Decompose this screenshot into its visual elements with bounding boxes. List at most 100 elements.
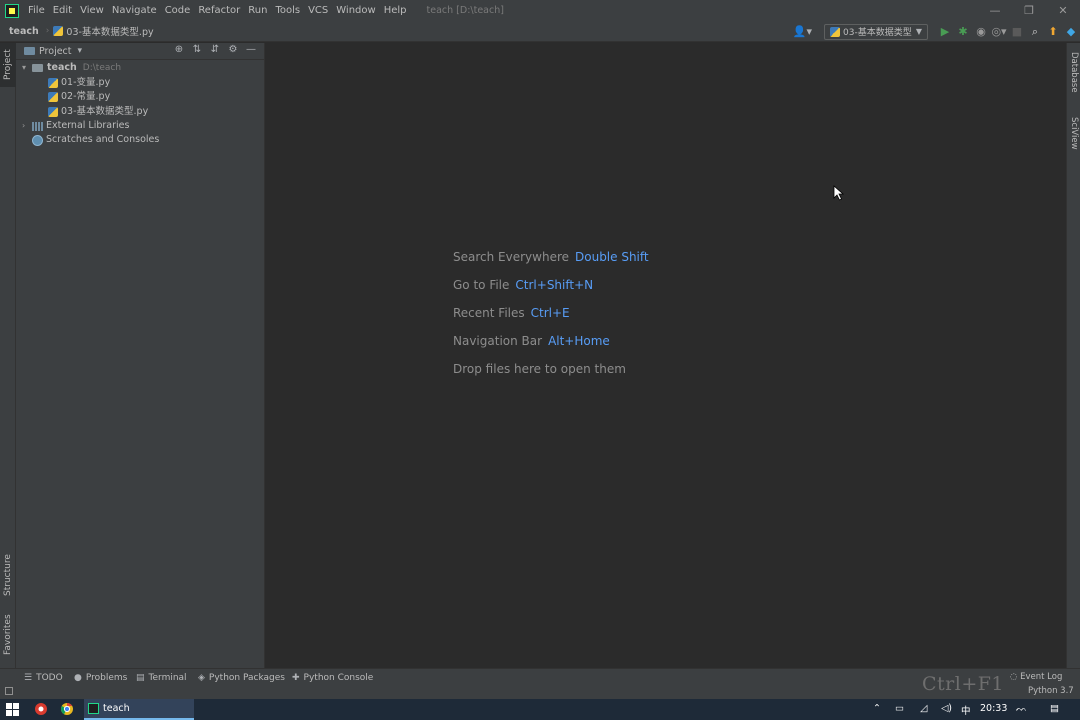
right-tool-stripe: Database SciView	[1066, 43, 1080, 668]
chevron-down-icon[interactable]: ▾	[22, 61, 32, 75]
menu-code[interactable]: Code	[161, 0, 195, 21]
hint-label: Search Everywhere	[453, 250, 569, 264]
tab-favorites[interactable]: Favorites	[0, 608, 16, 662]
breadcrumb-file[interactable]: 03-基本数据类型.py	[53, 24, 154, 38]
tab-problems[interactable]: ● Problems	[74, 673, 127, 683]
chevron-down-icon[interactable]: ▾	[78, 46, 83, 56]
tree-file[interactable]: 02-常量.py	[48, 90, 110, 104]
tab-sciview[interactable]: SciView	[1067, 111, 1080, 155]
notifications-icon[interactable]: ▤	[1050, 703, 1059, 714]
hint-label: Go to File	[453, 278, 510, 292]
debug-icon[interactable]: ✱	[954, 25, 972, 38]
project-view-icon	[24, 47, 35, 55]
breadcrumb-file-label: 03-基本数据类型.py	[66, 27, 154, 38]
profile-icon[interactable]: ◎▾	[990, 25, 1008, 38]
taskbar-pycharm-app[interactable]: teach	[84, 699, 194, 720]
tree-external-libraries[interactable]: › External Libraries	[22, 119, 129, 133]
update-icon[interactable]: ⬆	[1044, 25, 1062, 38]
search-icon[interactable]: ⌕	[1026, 25, 1044, 39]
hint-shortcut: Ctrl+E	[530, 306, 570, 320]
hide-icon[interactable]: —	[242, 44, 260, 55]
taskbar-clock[interactable]: 20:33	[980, 703, 1007, 714]
windows-start-icon[interactable]	[6, 703, 19, 716]
network-icon[interactable]: ◿	[920, 703, 927, 714]
window-title: teach [D:\teach]	[426, 5, 504, 16]
shortcut-overlay: Ctrl+F1	[922, 673, 1005, 695]
python-file-icon	[48, 78, 58, 88]
chevron-down-icon: ▼	[915, 27, 922, 36]
info-icon: ●	[74, 673, 82, 683]
tab-structure[interactable]: Structure	[0, 548, 16, 602]
menu-edit[interactable]: Edit	[49, 0, 76, 21]
tree-file[interactable]: 01-变量.py	[48, 76, 110, 90]
window-controls: — ❐ ✕	[978, 0, 1080, 21]
menu-view[interactable]: View	[76, 0, 108, 21]
editor-area[interactable]: Search Everywhere Double Shift Go to File…	[266, 43, 1066, 668]
tree-file-label: 03-基本数据类型.py	[61, 106, 149, 117]
gear-icon[interactable]: ⚙	[224, 44, 242, 55]
tray-app-icon[interactable]: ᨓ	[1016, 703, 1027, 714]
run-icon[interactable]: ▶	[936, 25, 954, 38]
battery-icon[interactable]: ▭	[895, 703, 904, 714]
project-panel-header: Project ▾ ⊕ ⇅ ⇵ ⚙ —	[16, 43, 264, 60]
hint-go-to-file: Go to File Ctrl+Shift+N	[453, 278, 593, 292]
tab-terminal-label: Terminal	[148, 673, 187, 683]
menu-run[interactable]: Run	[244, 0, 271, 21]
project-view-select[interactable]: Project	[39, 46, 72, 57]
tree-file[interactable]: 03-基本数据类型.py	[48, 105, 148, 119]
menu-navigate[interactable]: Navigate	[108, 0, 161, 21]
run-configuration-select[interactable]: 03-基本数据类型 ▼	[824, 23, 928, 40]
menu-tools[interactable]: Tools	[271, 0, 304, 21]
tab-python-packages[interactable]: ◈ Python Packages	[198, 673, 285, 683]
tree-file-label: 02-常量.py	[61, 91, 111, 102]
minimize-button[interactable]: —	[978, 0, 1012, 21]
project-panel: Project ▾ ⊕ ⇅ ⇵ ⚙ — ▾ teach D:\teach 01-…	[16, 43, 265, 668]
plugin-icon[interactable]: ◆	[1062, 25, 1080, 38]
tab-python-console[interactable]: ✚ Python Console	[292, 673, 373, 683]
toolbar-right: 👤▾ 03-基本数据类型 ▼ ▶ ✱ ◉ ◎▾ ■ ⌕ ⬆ ◆	[793, 21, 1080, 42]
close-button[interactable]: ✕	[1046, 0, 1080, 21]
menu-vcs[interactable]: VCS	[304, 0, 332, 21]
event-log-icon: ◌	[1010, 672, 1018, 682]
run-configuration-label: 03-基本数据类型	[843, 28, 912, 38]
taskbar-app-label: teach	[103, 703, 130, 714]
hint-label: Navigation Bar	[453, 334, 543, 348]
toggle-tool-windows-icon[interactable]	[5, 687, 13, 695]
os-taskbar: teach ⌃ ▭ ◿ ◁) 中 20:33 ᨓ ▤	[0, 699, 1080, 720]
tab-python-packages-label: Python Packages	[208, 673, 285, 683]
python-file-icon	[830, 26, 840, 37]
tab-terminal[interactable]: ▤ Terminal	[136, 673, 187, 683]
person-icon[interactable]: 👤▾	[793, 25, 812, 38]
menu-help[interactable]: Help	[380, 0, 411, 21]
python-file-icon	[48, 107, 58, 117]
collapse-all-icon[interactable]: ⇵	[206, 44, 224, 55]
tray-chevron-up-icon[interactable]: ⌃	[873, 703, 881, 714]
expand-all-icon[interactable]: ⇅	[188, 44, 206, 55]
stop-icon[interactable]: ■	[1008, 25, 1026, 38]
library-icon	[32, 121, 43, 131]
tab-database[interactable]: Database	[1067, 45, 1080, 99]
menu-window[interactable]: Window	[332, 0, 379, 21]
locate-icon[interactable]: ⊕	[170, 44, 188, 55]
tab-todo-label: TODO	[36, 673, 63, 683]
tree-external-libraries-label: External Libraries	[46, 120, 130, 131]
tree-scratches[interactable]: Scratches and Consoles	[32, 133, 159, 147]
coverage-icon[interactable]: ◉	[972, 25, 990, 38]
event-log-button[interactable]: ◌ Event Log	[1010, 672, 1062, 682]
menu-refactor[interactable]: Refactor	[194, 0, 244, 21]
tab-problems-label: Problems	[85, 673, 128, 683]
tab-todo[interactable]: ☰ TODO	[24, 673, 63, 683]
tree-root[interactable]: ▾ teach D:\teach	[22, 61, 121, 75]
menu-file[interactable]: File	[24, 0, 49, 21]
ime-indicator[interactable]: 中	[961, 703, 971, 717]
python-console-icon: ✚	[292, 673, 300, 683]
hint-label: Recent Files	[453, 306, 525, 320]
interpreter-status[interactable]: Python 3.7	[1028, 686, 1074, 696]
breadcrumb-project[interactable]: teach	[0, 26, 39, 37]
chrome-icon[interactable]	[60, 702, 74, 716]
volume-icon[interactable]: ◁)	[941, 703, 952, 714]
restore-button[interactable]: ❐	[1012, 0, 1046, 21]
app-red-icon[interactable]	[34, 702, 48, 716]
tab-project[interactable]: Project	[0, 43, 16, 87]
chevron-right-icon[interactable]: ›	[22, 119, 32, 133]
